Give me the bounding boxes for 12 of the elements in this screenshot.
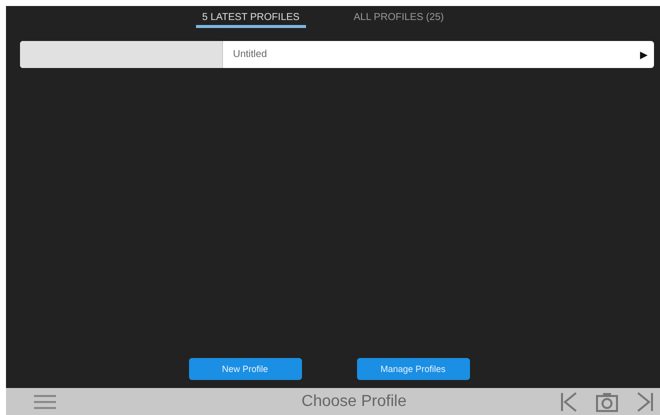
camera-icon[interactable] bbox=[596, 392, 618, 412]
menu-icon[interactable] bbox=[34, 394, 56, 410]
arrow-glyph: ▶ bbox=[639, 48, 649, 62]
tab[interactable]: 5 LATEST PROFILES bbox=[196, 10, 306, 28]
screen-title: Choose Profile bbox=[300, 392, 408, 410]
action-button[interactable]: Manage Profiles bbox=[356, 358, 470, 380]
profile-row[interactable]: Untitled ▶ bbox=[20, 41, 654, 68]
action-button[interactable]: New Profile bbox=[188, 358, 302, 380]
skip-back-icon[interactable] bbox=[560, 392, 578, 412]
tab[interactable]: ALL PROFILES (25) bbox=[348, 10, 450, 28]
profile-name: Untitled bbox=[232, 48, 268, 62]
skip-forward-icon[interactable] bbox=[636, 392, 654, 412]
